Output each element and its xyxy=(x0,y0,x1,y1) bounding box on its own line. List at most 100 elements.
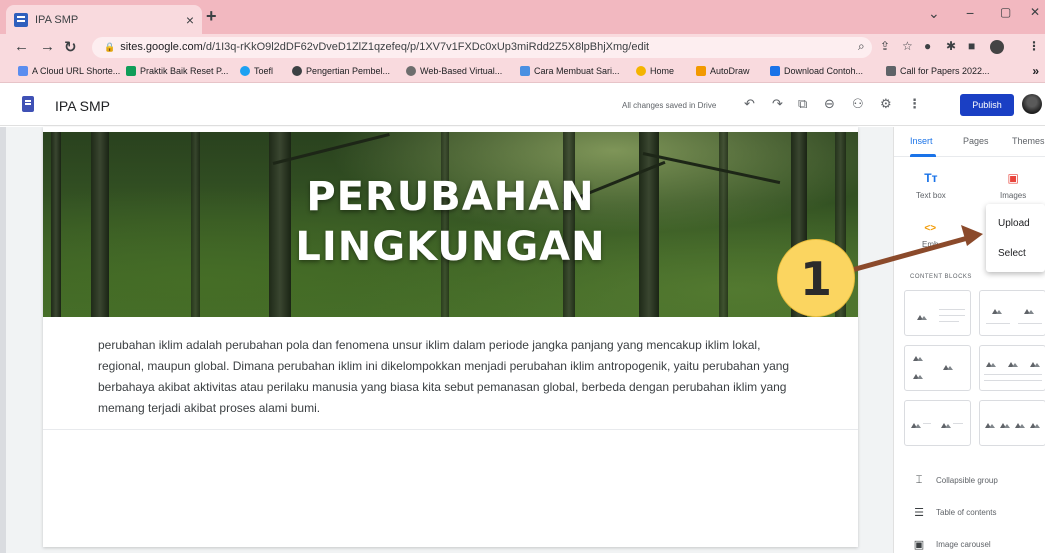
address-bar[interactable]: 🔒 sites.google.com/d/1I3q-rKkO9l2dDF62vDv… xyxy=(92,37,872,58)
bookmark-star-icon[interactable]: ☆ xyxy=(902,39,913,53)
preview-icon[interactable]: ⧉ xyxy=(798,96,807,112)
settings-icon[interactable]: ⚙ xyxy=(880,96,892,112)
text-placeholder xyxy=(984,380,1042,381)
side-panel-icon[interactable]: ■ xyxy=(968,39,975,53)
bookmark-item[interactable]: Cara Membuat Sari... xyxy=(520,66,620,76)
banner-title-line: LINGKUNGAN xyxy=(295,224,606,270)
images-label: Images xyxy=(1000,191,1027,200)
forward-button[interactable]: → xyxy=(40,38,55,55)
profile-avatar-icon[interactable] xyxy=(990,40,1004,54)
body-paragraph[interactable]: perubahan iklim adalah perubahan pola da… xyxy=(98,335,798,419)
share-page-icon[interactable]: ⇪ xyxy=(880,39,890,53)
tab-insert[interactable]: Insert xyxy=(910,136,933,146)
image-placeholder-icon xyxy=(986,360,996,367)
location-icon xyxy=(520,66,530,76)
select-menu-item[interactable]: Select xyxy=(998,248,1026,259)
lock-icon: 🔒 xyxy=(104,42,116,52)
save-status: All changes saved in Drive xyxy=(622,101,717,110)
content-block-layout[interactable] xyxy=(904,345,971,391)
text-placeholder xyxy=(984,374,1042,375)
maximize-button[interactable]: ▢ xyxy=(1000,5,1011,19)
share-icon[interactable]: ⚇ xyxy=(852,96,864,112)
step-number: 1 xyxy=(799,252,832,306)
browser-tab[interactable]: IPA SMP × xyxy=(6,5,202,34)
step-number-badge: 1 xyxy=(777,239,855,317)
bookmarks-overflow-button[interactable]: » xyxy=(1032,64,1039,78)
canvas-scroll-rail[interactable] xyxy=(0,127,6,553)
section-divider xyxy=(43,429,858,430)
bookmark-item[interactable]: Download Contoh... xyxy=(770,66,863,76)
link-icon[interactable]: ⊖ xyxy=(824,96,835,112)
embed-label: Emb xyxy=(922,240,939,249)
table-of-contents-icon: ☰ xyxy=(914,507,924,519)
user-avatar[interactable] xyxy=(1022,94,1042,114)
site-name[interactable]: IPA SMP xyxy=(55,98,110,114)
undo-icon[interactable]: ↶ xyxy=(744,96,755,112)
content-block-layout[interactable] xyxy=(904,290,971,336)
sites-editor-header: IPA SMP All changes saved in Drive ↶ ↷ ⧉… xyxy=(0,83,1045,126)
redo-icon[interactable]: ↷ xyxy=(772,96,783,112)
banner-title[interactable]: PERUBAHAN LINGKUNGAN xyxy=(43,172,858,272)
collapsible-group-item[interactable]: ⌶ Collapsible group xyxy=(910,474,998,487)
content-block-layout[interactable] xyxy=(979,345,1045,391)
home-icon xyxy=(636,66,646,76)
publish-button[interactable]: Publish xyxy=(960,94,1014,116)
reload-button[interactable]: ↻ xyxy=(64,38,77,56)
bookmark-item[interactable]: Pengertian Pembel... xyxy=(292,66,390,76)
text-box-label: Text box xyxy=(916,191,946,200)
bookmark-icon xyxy=(126,66,136,76)
image-placeholder-icon xyxy=(943,363,953,370)
bookmark-item[interactable]: Toefl xyxy=(240,66,273,76)
images-dropdown-menu: Upload Select xyxy=(986,204,1045,272)
autodraw-icon xyxy=(696,66,706,76)
site-page: PERUBAHAN LINGKUNGAN perubahan iklim ada… xyxy=(43,127,858,547)
image-placeholder-icon xyxy=(992,307,1002,314)
table-of-contents-item[interactable]: ☰ Table of contents xyxy=(910,506,996,519)
image-icon: ▣ xyxy=(1007,171,1019,185)
text-box-tool[interactable]: Tт Text box xyxy=(916,171,946,200)
banner-title-line: PERUBAHAN xyxy=(306,174,595,220)
tab-title: IPA SMP xyxy=(35,13,79,26)
minimize-button[interactable]: − xyxy=(966,5,974,21)
more-icon[interactable]: ⋮ xyxy=(908,96,921,112)
tab-pages[interactable]: Pages xyxy=(963,136,989,146)
content-block-layout[interactable] xyxy=(979,400,1045,446)
bookmark-item[interactable]: Home xyxy=(636,66,674,76)
bookmark-item[interactable]: Praktik Baik Reset P... xyxy=(126,66,228,76)
embed-tool[interactable]: <> Emb xyxy=(922,223,938,249)
tab-themes[interactable]: Themes xyxy=(1012,136,1045,146)
header-banner[interactable]: PERUBAHAN LINGKUNGAN xyxy=(43,132,858,317)
upload-menu-item[interactable]: Upload xyxy=(998,218,1030,229)
bookmark-item[interactable]: Call for Papers 2022... xyxy=(886,66,990,76)
text-placeholder xyxy=(953,423,963,424)
new-tab-button[interactable]: + xyxy=(206,6,217,27)
extension-icon[interactable]: ● xyxy=(924,39,931,53)
image-carousel-item[interactable]: ▣ Image carousel xyxy=(910,538,991,551)
image-placeholder-icon xyxy=(941,421,951,428)
text-placeholder xyxy=(986,323,1010,324)
browser-menu-icon[interactable]: ⋮ xyxy=(1028,39,1040,53)
google-sites-logo-icon[interactable] xyxy=(22,96,34,112)
content-block-layout[interactable] xyxy=(904,400,971,446)
bookmark-item[interactable]: Web-Based Virtual... xyxy=(406,66,502,76)
text-placeholder xyxy=(939,321,959,322)
text-box-icon: Tт xyxy=(924,171,938,185)
images-tool[interactable]: ▣ Images xyxy=(1000,171,1026,200)
collapsible-group-icon: ⌶ xyxy=(915,474,923,486)
image-placeholder-icon xyxy=(1024,307,1034,314)
twitter-icon xyxy=(240,66,250,76)
panel-tabs: Insert Pages Themes xyxy=(894,127,1045,157)
bookmark-item[interactable]: A Cloud URL Shorte... xyxy=(18,66,120,76)
content-block-layout[interactable] xyxy=(979,290,1045,336)
text-placeholder xyxy=(1018,323,1042,324)
image-placeholder-icon xyxy=(1008,360,1018,367)
close-window-button[interactable]: ✕ xyxy=(1030,5,1040,19)
tab-close-icon[interactable]: × xyxy=(186,12,194,28)
url-path: /d/1I3q-rKkO9l2dDF62vDveD1ZlZ1qzefeq/p/1… xyxy=(202,41,650,53)
tab-search-chevron-icon[interactable]: ⌄ xyxy=(928,5,940,22)
extensions-puzzle-icon[interactable]: ✱ xyxy=(946,39,956,53)
back-button[interactable]: ← xyxy=(14,38,29,55)
zoom-icon[interactable]: ⌕ xyxy=(858,39,865,54)
insert-panel: Insert Pages Themes Tт Text box ▣ Images… xyxy=(893,127,1045,553)
bookmark-item[interactable]: AutoDraw xyxy=(696,66,750,76)
